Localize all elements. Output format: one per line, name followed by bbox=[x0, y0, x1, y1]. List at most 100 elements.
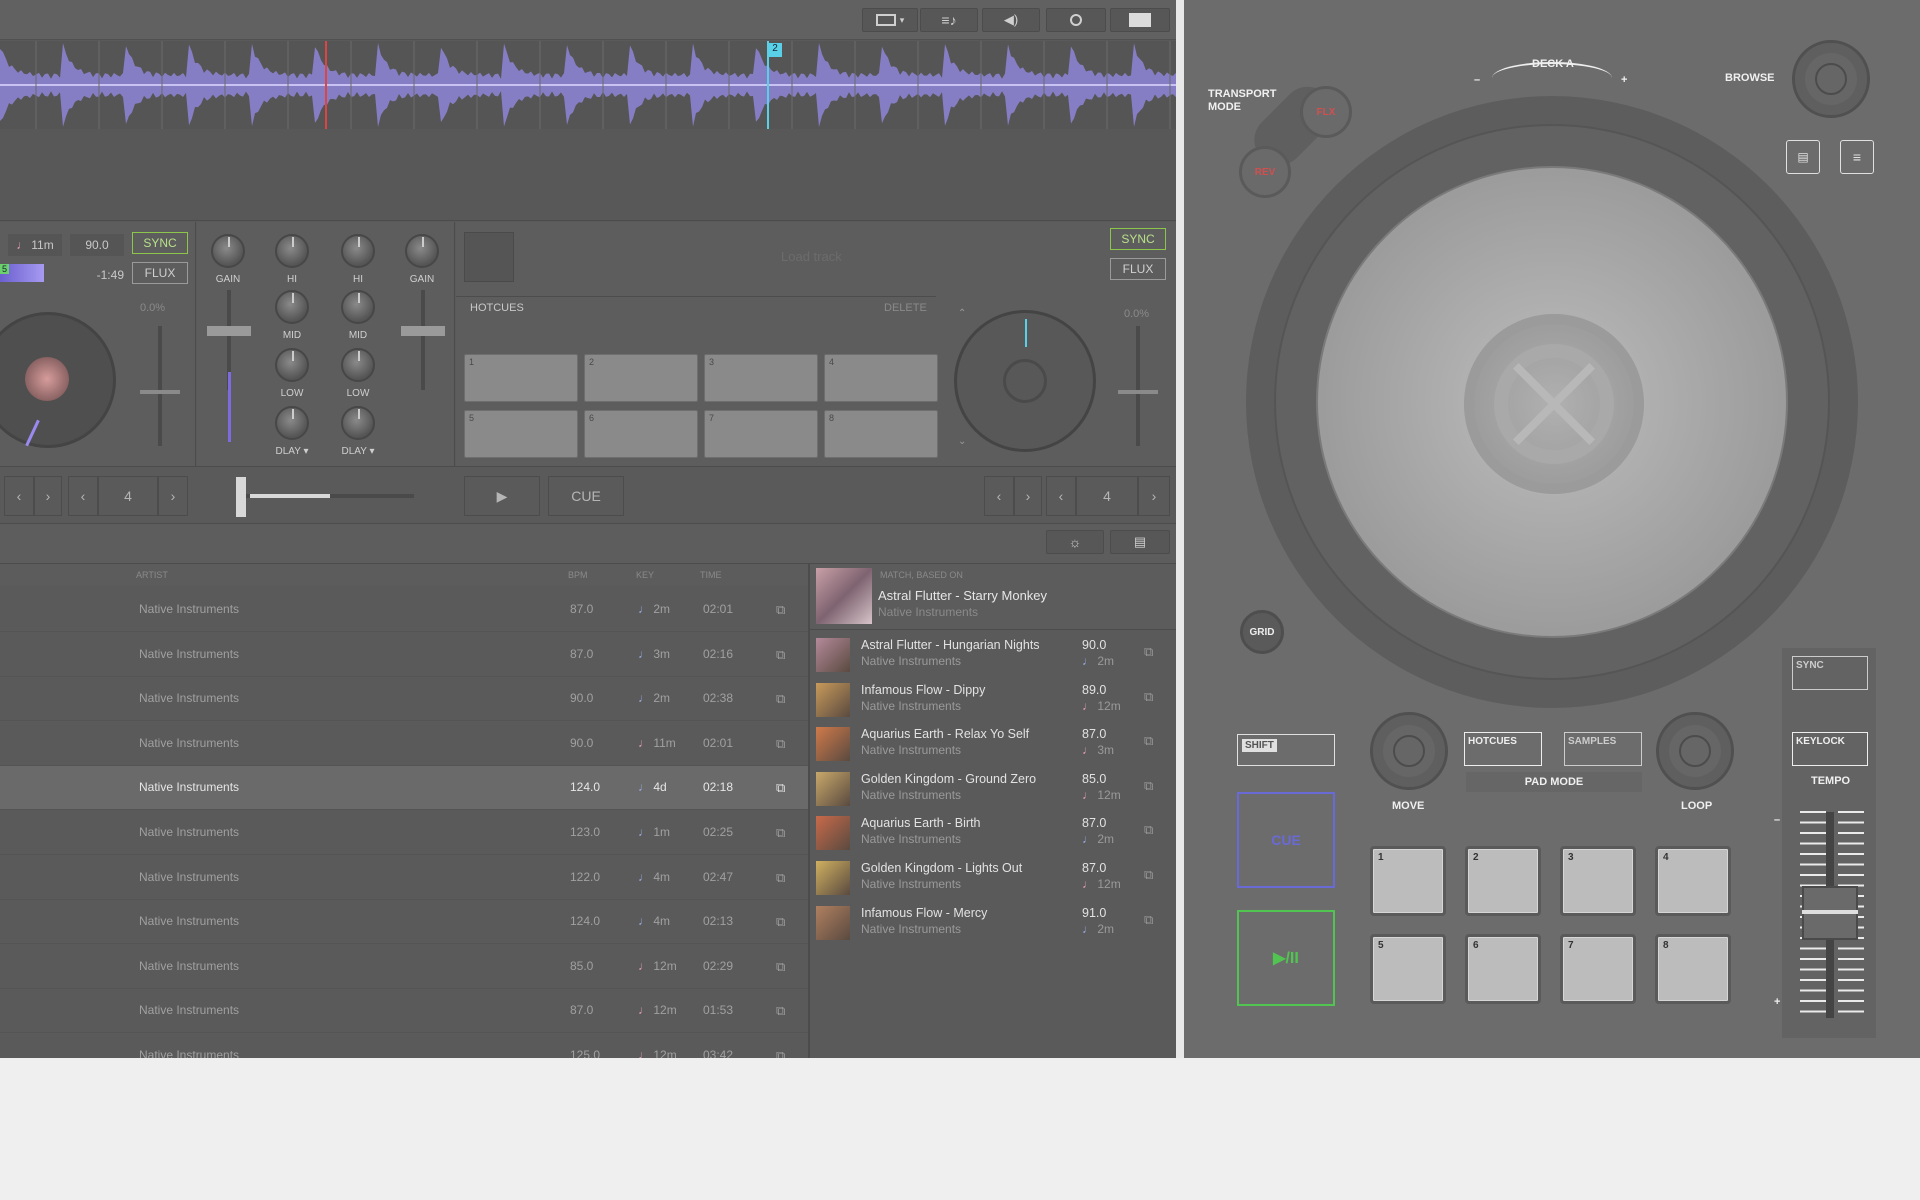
move-encoder[interactable] bbox=[1370, 712, 1448, 790]
match-item[interactable]: Astral Flutter - Hungarian Nights Native … bbox=[810, 632, 1176, 676]
table-row[interactable]: Native Instruments 85.0 ♩ 12m 02:29 ⧉ bbox=[0, 945, 808, 989]
shift-button[interactable]: SHIFT bbox=[1237, 734, 1335, 766]
scroll-down-icon[interactable]: ⌄ bbox=[958, 436, 966, 447]
table-row[interactable]: Native Instruments 87.0 ♩ 2m 02:01 ⧉ bbox=[0, 588, 808, 632]
match-item[interactable]: Golden Kingdom - Ground Zero Native Instr… bbox=[810, 766, 1176, 810]
table-row[interactable]: Native Instruments 90.0 ♩ 11m 02:01 ⧉ bbox=[0, 722, 808, 766]
table-row[interactable]: Native Instruments 125.0 ♩ 12m 03:42 ⧉ bbox=[0, 1034, 808, 1058]
match-item[interactable]: Infamous Flow - Dippy Native Instruments 8… bbox=[810, 677, 1176, 721]
right-next-icon[interactable]: › bbox=[1014, 476, 1042, 516]
browse-encoder[interactable] bbox=[1792, 40, 1870, 118]
right-prev-icon[interactable]: ‹ bbox=[984, 476, 1014, 516]
channel-b-fader[interactable] bbox=[401, 326, 445, 336]
match-item[interactable]: Golden Kingdom - Lights Out Native Instru… bbox=[810, 855, 1176, 899]
jog-wheel[interactable] bbox=[1316, 166, 1788, 638]
cue-button[interactable]: CUE bbox=[548, 476, 624, 516]
add-to-prep-icon[interactable]: ⧉ bbox=[776, 1048, 785, 1058]
table-row[interactable]: Native Instruments 124.0 ♩ 4m 02:13 ⧉ bbox=[0, 900, 808, 945]
table-row[interactable]: Native Instruments 124.0 ♩ 4d 02:18 ⧉ bbox=[0, 766, 808, 811]
table-row[interactable]: Native Instruments 87.0 ♩ 12m 01:53 ⧉ bbox=[0, 989, 808, 1034]
volume-button[interactable]: ◀) bbox=[982, 8, 1040, 32]
left-loop-up-icon[interactable]: › bbox=[158, 476, 188, 516]
hotcue-pad[interactable]: 1 bbox=[464, 354, 578, 402]
hotcue-pad[interactable]: 2 bbox=[584, 354, 698, 402]
menu-button[interactable]: ≡ bbox=[1840, 140, 1874, 174]
channel-a-fader[interactable] bbox=[207, 326, 251, 336]
hotcue-pad[interactable]: 8 bbox=[824, 410, 938, 458]
deck-left-jog[interactable] bbox=[0, 312, 116, 448]
add-to-prep-icon[interactable]: ⧉ bbox=[776, 1003, 785, 1019]
loop-encoder[interactable] bbox=[1656, 712, 1734, 790]
rev-button[interactable]: REV bbox=[1239, 146, 1291, 198]
table-row[interactable]: Native Instruments 123.0 ♩ 1m 02:25 ⧉ bbox=[0, 811, 808, 855]
left-prev-icon[interactable]: ‹ bbox=[4, 476, 34, 516]
hardware-pad[interactable]: 4 bbox=[1655, 846, 1731, 916]
deck-left-flux-button[interactable]: FLUX bbox=[132, 262, 188, 284]
mid-left-knob[interactable] bbox=[275, 290, 309, 324]
hardware-pad[interactable]: 1 bbox=[1370, 846, 1446, 916]
hardware-pad[interactable]: 6 bbox=[1465, 934, 1541, 1004]
play-button[interactable]: ▶ bbox=[464, 476, 540, 516]
gain-right-knob[interactable] bbox=[405, 234, 439, 268]
hw-sync-button[interactable]: SYNC bbox=[1792, 656, 1868, 690]
add-to-prep-icon[interactable]: ⧉ bbox=[776, 780, 785, 796]
hotcue-pad[interactable]: 6 bbox=[584, 410, 698, 458]
col-artist[interactable]: ARTIST bbox=[136, 570, 168, 580]
add-to-prep-icon[interactable]: ⧉ bbox=[1144, 867, 1153, 883]
hw-play-pause-button[interactable]: ▶/II bbox=[1237, 910, 1335, 1006]
scroll-up-icon[interactable]: ⌃ bbox=[958, 308, 966, 319]
fx-right-label[interactable]: DLAY ▾ bbox=[333, 446, 383, 457]
grid-button[interactable]: GRID bbox=[1240, 610, 1284, 654]
playlist-button[interactable]: ≡♪ bbox=[920, 8, 978, 32]
tempo-fader[interactable] bbox=[1802, 886, 1858, 940]
samples-mode-button[interactable]: SAMPLES bbox=[1564, 732, 1642, 766]
match-item[interactable]: Infamous Flow - Mercy Native Instruments 9… bbox=[810, 900, 1176, 944]
crossfader-handle[interactable] bbox=[236, 477, 246, 517]
add-to-prep-icon[interactable]: ⧉ bbox=[1144, 644, 1153, 660]
add-to-prep-icon[interactable]: ⧉ bbox=[776, 870, 785, 886]
hotcues-mode-button[interactable]: HOTCUES bbox=[1464, 732, 1542, 766]
table-row[interactable]: Native Instruments 87.0 ♩ 3m 02:16 ⧉ bbox=[0, 633, 808, 677]
deck-right-jog[interactable] bbox=[954, 310, 1096, 452]
add-to-list-button[interactable]: ▤ bbox=[1110, 530, 1170, 554]
col-bpm[interactable]: BPM bbox=[568, 570, 588, 580]
hardware-pad[interactable]: 2 bbox=[1465, 846, 1541, 916]
add-to-prep-icon[interactable]: ⧉ bbox=[776, 691, 785, 707]
left-next-icon[interactable]: › bbox=[34, 476, 62, 516]
right-loop-up-icon[interactable]: › bbox=[1138, 476, 1170, 516]
gain-left-knob[interactable] bbox=[211, 234, 245, 268]
add-to-prep-icon[interactable]: ⧉ bbox=[776, 647, 785, 663]
match-item[interactable]: Aquarius Earth - Birth Native Instruments… bbox=[810, 810, 1176, 854]
deck-right-sync-button[interactable]: SYNC bbox=[1110, 228, 1166, 250]
low-left-knob[interactable] bbox=[275, 348, 309, 382]
waveform[interactable]: 2 bbox=[0, 41, 1176, 129]
add-to-prep-icon[interactable]: ⧉ bbox=[1144, 822, 1153, 838]
view-button[interactable]: ▤ bbox=[1786, 140, 1820, 174]
add-to-prep-icon[interactable]: ⧉ bbox=[776, 959, 785, 975]
left-loop-down-icon[interactable]: ‹ bbox=[68, 476, 98, 516]
right-loop-down-icon[interactable]: ‹ bbox=[1046, 476, 1076, 516]
hotcue-pad[interactable]: 5 bbox=[464, 410, 578, 458]
deck-right-flux-button[interactable]: FLUX bbox=[1110, 258, 1166, 280]
lightbulb-button[interactable]: ☼ bbox=[1046, 530, 1104, 554]
add-to-prep-icon[interactable]: ⧉ bbox=[1144, 778, 1153, 794]
add-to-prep-icon[interactable]: ⧉ bbox=[1144, 733, 1153, 749]
hw-cue-button[interactable]: CUE bbox=[1237, 792, 1335, 888]
fx-left-label[interactable]: DLAY ▾ bbox=[267, 446, 317, 457]
table-row[interactable]: Native Instruments 90.0 ♩ 2m 02:38 ⧉ bbox=[0, 677, 808, 722]
add-to-prep-icon[interactable]: ⧉ bbox=[1144, 912, 1153, 928]
hi-right-knob[interactable] bbox=[341, 234, 375, 268]
match-item[interactable]: Aquarius Earth - Relax Yo Self Native Ins… bbox=[810, 721, 1176, 765]
ni-button[interactable] bbox=[1110, 8, 1170, 32]
pitch-fader-right[interactable] bbox=[1118, 390, 1158, 394]
add-to-prep-icon[interactable]: ⧉ bbox=[776, 736, 785, 752]
mid-right-knob[interactable] bbox=[341, 290, 375, 324]
hardware-pad[interactable]: 8 bbox=[1655, 934, 1731, 1004]
hotcue-pad[interactable]: 3 bbox=[704, 354, 818, 402]
fx-left-knob[interactable] bbox=[275, 406, 309, 440]
fx-right-knob[interactable] bbox=[341, 406, 375, 440]
hotcue-pad[interactable]: 4 bbox=[824, 354, 938, 402]
hardware-pad[interactable]: 7 bbox=[1560, 934, 1636, 1004]
record-button[interactable] bbox=[1046, 8, 1106, 32]
add-to-prep-icon[interactable]: ⧉ bbox=[776, 825, 785, 841]
